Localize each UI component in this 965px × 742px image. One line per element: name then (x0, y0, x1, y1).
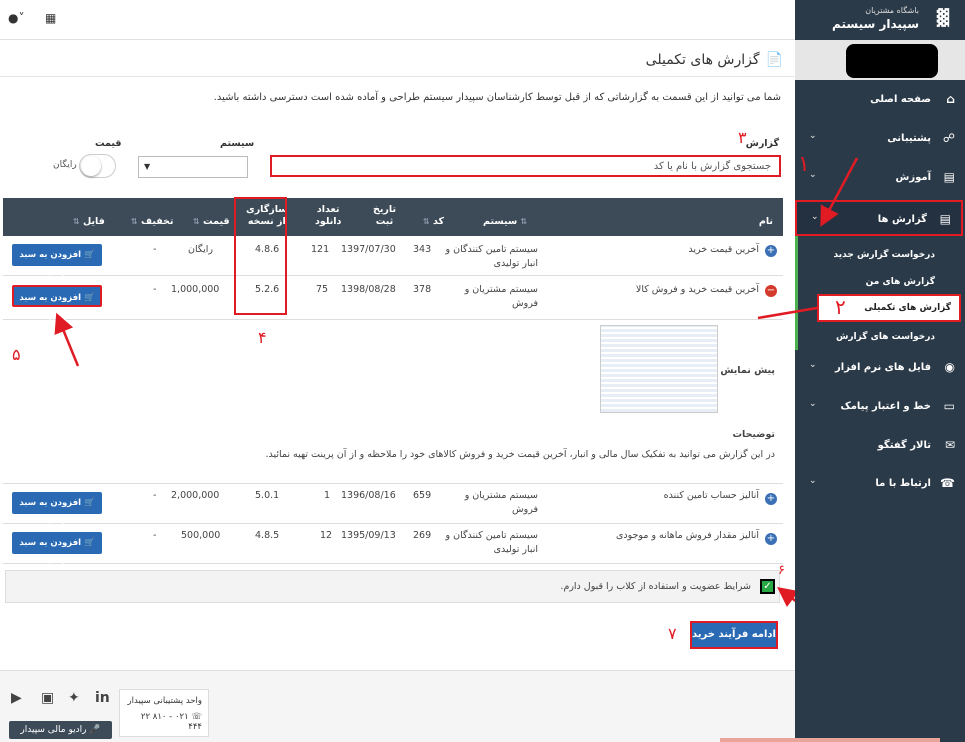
bottom-bar (720, 738, 940, 742)
chat-icon: ✉ (944, 438, 955, 452)
annotation-arrows (54, 312, 795, 608)
phone-icon: ☎ (940, 476, 955, 490)
main-content: ●˅ ▦ 📄 گزارش های تکمیلی شما می توانید از… (0, 0, 795, 742)
arrow-5 (54, 312, 80, 367)
card-icon: ▭ (943, 399, 955, 413)
sidebar-item-contact[interactable]: ☎ ارتباط با ما ⌄ (795, 466, 965, 504)
sidebar-item-forum[interactable]: ✉ تالار گفتگو (795, 428, 965, 466)
logo-icon: ▓ (936, 8, 949, 27)
sidebar-item-software-files[interactable]: ◉ فایل های نرم افزار ⌄ (795, 350, 965, 388)
chevron-down-icon: ⌄ (809, 360, 817, 370)
sidebar-item-home[interactable]: ⌂ صفحه اصلی (795, 82, 965, 120)
brand-line1: باشگاه مشتریان (865, 6, 919, 15)
sidebar-item-sms[interactable]: ▭ خط و اعتبار پیامک ⌄ (795, 389, 965, 427)
arrow-6 (777, 586, 795, 608)
chevron-down-icon: ⌄ (809, 399, 817, 409)
chevron-down-icon: ⌄ (809, 476, 817, 486)
redacted-user (846, 44, 938, 78)
brand: ▓ باشگاه مشتریان سپیدار سیستم (795, 0, 965, 40)
brand-line2: سپیدار سیستم (832, 17, 919, 31)
arrow-2 (757, 306, 818, 320)
disc-icon: ◉ (944, 360, 955, 374)
home-icon: ⌂ (946, 92, 955, 106)
annotation-1: ۱ (798, 152, 810, 177)
arrow-1 (820, 157, 859, 227)
annotation-2: ۲ (835, 295, 846, 319)
sidebar: ▓ باشگاه مشتریان سپیدار سیستم ⌂ صفحه اصل… (795, 0, 965, 742)
